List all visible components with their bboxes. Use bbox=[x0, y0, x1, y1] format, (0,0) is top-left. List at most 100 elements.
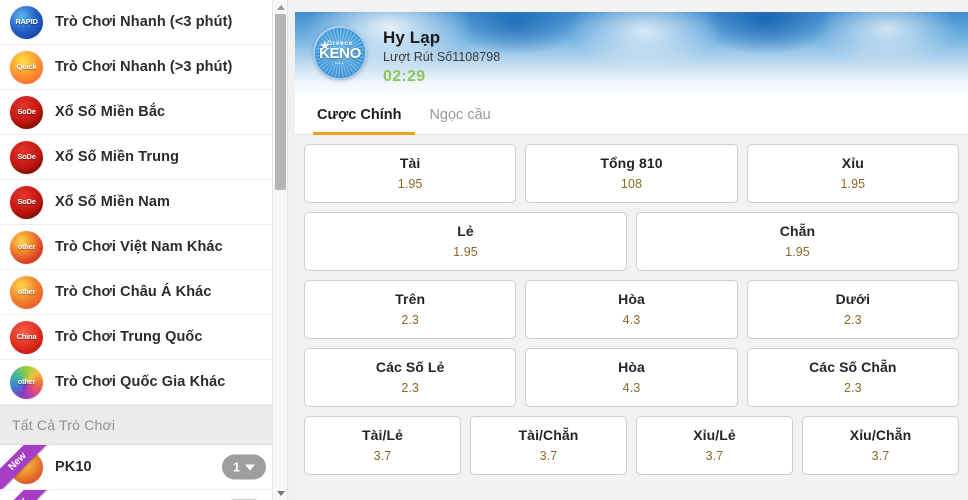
sidebar-item[interactable]: Quick Trò Chơi Nhanh (>3 phút) bbox=[0, 45, 287, 90]
bet-row: Lẻ 1.95 Chẵn 1.95 bbox=[304, 212, 959, 271]
bet-option-name: Tài bbox=[399, 155, 421, 172]
bet-option-name: Hòa bbox=[618, 291, 645, 308]
logo-dots: ••• bbox=[335, 60, 345, 67]
icon-label: RAPID bbox=[15, 17, 38, 27]
bet-option[interactable]: Tài/Chẵn 3.7 bbox=[470, 416, 627, 475]
bet-option-name: Xỉu/Lẻ bbox=[693, 427, 736, 444]
bet-option-odd: 2.3 bbox=[843, 380, 862, 395]
bet-option-name: Dưới bbox=[835, 291, 871, 308]
sidebar-item[interactable]: other Trò Chơi Quốc Gia Khác bbox=[0, 360, 287, 405]
bet-option[interactable]: Chẵn 1.95 bbox=[636, 212, 959, 271]
bet-option-name: Hòa bbox=[618, 359, 645, 376]
bet-option-odd: 1.95 bbox=[840, 176, 866, 191]
game-coin-icon bbox=[10, 495, 43, 500]
quick-globe-icon: Quick bbox=[10, 50, 43, 84]
top-strip bbox=[288, 0, 968, 12]
draw-number-label: Lượt Rút Số1108798 bbox=[383, 49, 501, 64]
icon-label: China bbox=[16, 332, 37, 342]
bet-option-odd: 2.3 bbox=[401, 312, 419, 327]
sidebar-item[interactable]: China Trò Chơi Trung Quốc bbox=[0, 315, 287, 360]
category-list: RAPID Trò Chơi Nhanh (<3 phút) Quick Trò Ch… bbox=[0, 0, 287, 500]
bet-option[interactable]: Xỉu/Chẵn 3.7 bbox=[802, 416, 959, 475]
sidebar-item[interactable]: SoDe Xổ Số Miền Trung bbox=[0, 135, 287, 180]
section-header-label: Tất Cả Trò Chơi bbox=[12, 417, 116, 433]
sidebar-scrollbar[interactable] bbox=[272, 0, 287, 500]
bet-option[interactable]: Dưới 2.3 bbox=[746, 280, 959, 339]
app-root: RAPID Trò Chơi Nhanh (<3 phút) Quick Trò Ch… bbox=[0, 0, 968, 500]
scrollbar-thumb[interactable] bbox=[275, 14, 286, 190]
bet-option-odd: 1.95 bbox=[397, 176, 423, 191]
bet-option[interactable]: Hòa 4.3 bbox=[525, 348, 738, 407]
main-content: ★ Greece KENO ••• Hy Lạp Lượt Rút Số1108… bbox=[288, 0, 968, 500]
game-banner: ★ Greece KENO ••• Hy Lạp Lượt Rút Số1108… bbox=[295, 12, 968, 97]
bet-option-odd: 4.3 bbox=[622, 380, 641, 395]
bet-option[interactable]: Các Số Lẻ 2.3 bbox=[304, 348, 517, 407]
sidebar-item-label: Trò Chơi Nhanh (<3 phút) bbox=[55, 14, 233, 30]
bet-option[interactable]: Các Số Chẵn 2.3 bbox=[746, 348, 959, 407]
bet-option[interactable]: Tài/Lẻ 3.7 bbox=[304, 416, 461, 475]
sidebar-item-label: Xổ Số Miền Bắc bbox=[55, 104, 166, 120]
bet-option-name: Lẻ bbox=[457, 223, 474, 240]
china-icon: China bbox=[10, 320, 43, 354]
icon-label: SoDe bbox=[17, 107, 36, 117]
icon-label: Quick bbox=[16, 62, 37, 72]
bet-option-name: Tài/Chẵn bbox=[518, 427, 579, 444]
bet-option[interactable]: Tài 1.95 bbox=[304, 144, 517, 203]
star-icon: ★ bbox=[319, 38, 331, 53]
tab-main-bet[interactable]: Cược Chính bbox=[313, 96, 416, 135]
other-vn-icon: other bbox=[10, 230, 43, 264]
bet-option-name: Xỉu bbox=[841, 155, 864, 172]
sidebar-item-label: Trò Chơi Nhanh (>3 phút) bbox=[55, 59, 233, 75]
sidebar-item[interactable]: other Trò Chơi Châu Á Khác bbox=[0, 270, 287, 315]
game-count-dropdown[interactable]: 1 bbox=[222, 454, 266, 480]
other-region-icon: other bbox=[10, 365, 43, 399]
icon-label: SoDe bbox=[17, 197, 36, 207]
bet-option-name: Tổng 810 bbox=[600, 155, 663, 172]
sidebar-item-label: Xổ Số Miền Nam bbox=[55, 194, 170, 210]
game-title: Hy Lạp bbox=[383, 28, 441, 47]
so-de-north-icon: SoDe bbox=[10, 95, 43, 129]
so-de-central-icon: SoDe bbox=[10, 140, 43, 174]
bet-grid: Tài 1.95 Tổng 810 108 Xỉu 1.95 Lẻ 1.95 Chẵn 1.95 T… bbox=[295, 135, 968, 500]
sidebar-item[interactable]: RAPID Trò Chơi Nhanh (<3 phút) bbox=[0, 0, 287, 45]
tab-label: Ngọc cầu bbox=[429, 107, 491, 123]
bet-option[interactable]: Lẻ 1.95 bbox=[304, 212, 627, 271]
sidebar-item-label: Trò Chơi Việt Nam Khác bbox=[55, 239, 223, 255]
game-list-item[interactable]: New PK10 1 bbox=[0, 445, 287, 490]
rapid-globe-icon: RAPID bbox=[10, 5, 43, 39]
sidebar-item[interactable]: other Trò Chơi Việt Nam Khác bbox=[0, 225, 287, 270]
game-panel: ★ Greece KENO ••• Hy Lạp Lượt Rút Số1108… bbox=[295, 12, 968, 500]
game-item-label: PK10 bbox=[55, 459, 92, 475]
other-asian-icon: other bbox=[10, 275, 43, 309]
bet-option-odd: 4.3 bbox=[622, 312, 641, 327]
bet-option-odd: 3.7 bbox=[373, 448, 392, 463]
game-list-item-partial[interactable]: New bbox=[0, 490, 287, 500]
bet-option-name: Chẵn bbox=[779, 223, 816, 240]
bet-option-odd: 2.3 bbox=[843, 312, 862, 327]
bet-option[interactable]: Xỉu 1.95 bbox=[746, 144, 959, 203]
chevron-down-icon bbox=[245, 464, 256, 470]
bet-option[interactable]: Xỉu/Lẻ 3.7 bbox=[636, 416, 793, 475]
so-de-south-icon: SoDe bbox=[10, 185, 43, 219]
tab-bar: Cược Chính Ngọc cầu bbox=[295, 97, 968, 135]
icon-label: other bbox=[17, 242, 36, 252]
icon-label: SoDe bbox=[17, 152, 36, 162]
tab-pearl-ball[interactable]: Ngọc cầu bbox=[415, 96, 504, 134]
bet-option[interactable]: Hòa 4.3 bbox=[525, 280, 738, 339]
bet-option-name: Các Số Lẻ bbox=[375, 359, 445, 376]
tab-label: Cược Chính bbox=[317, 107, 402, 123]
sidebar-item-label: Trò Chơi Trung Quốc bbox=[55, 329, 203, 345]
scroll-up-arrow-icon[interactable] bbox=[273, 0, 287, 14]
sidebar-item[interactable]: SoDe Xổ Số Miền Bắc bbox=[0, 90, 287, 135]
bet-option[interactable]: Tổng 810 108 bbox=[525, 144, 738, 203]
sidebar-item[interactable]: SoDe Xổ Số Miền Nam bbox=[0, 180, 287, 225]
bet-option-odd: 1.95 bbox=[785, 244, 810, 259]
bet-option-odd: 2.3 bbox=[401, 380, 419, 395]
game-count-value: 1 bbox=[232, 459, 241, 475]
bet-option-odd: 108 bbox=[620, 176, 643, 191]
pk10-coin-icon bbox=[10, 450, 43, 484]
bet-option[interactable]: Trên 2.3 bbox=[304, 280, 517, 339]
scroll-down-arrow-icon[interactable] bbox=[273, 486, 287, 500]
category-sidebar: RAPID Trò Chơi Nhanh (<3 phút) Quick Trò Ch… bbox=[0, 0, 288, 500]
bet-option-name: Xỉu/Chẵn bbox=[849, 427, 912, 444]
